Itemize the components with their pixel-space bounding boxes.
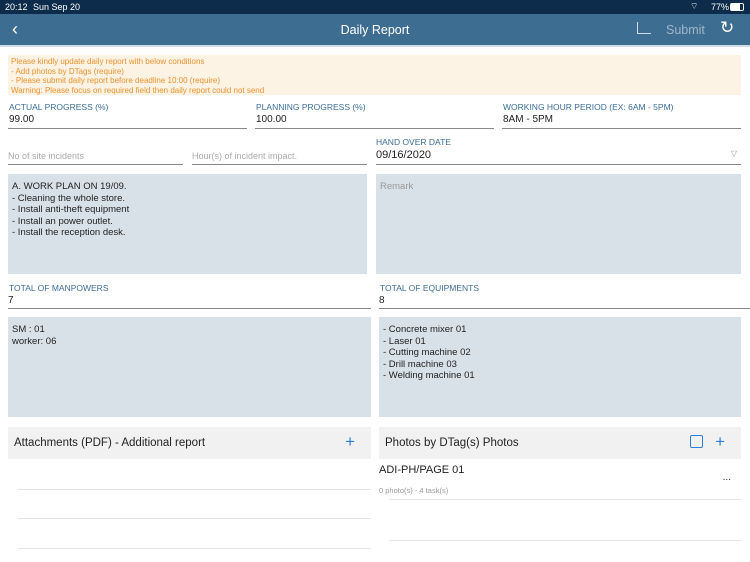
- divider: [389, 499, 741, 500]
- manpower-input[interactable]: 7: [8, 295, 371, 309]
- photo-item-title: ADI-PH/PAGE 01: [379, 464, 465, 476]
- site-incidents-input[interactable]: No of site incidents: [8, 151, 183, 165]
- submit-button[interactable]: Submit: [666, 23, 705, 37]
- refresh-icon[interactable]: ↻: [720, 18, 734, 38]
- nav-bar: ‹ Daily Report Submit ↻: [0, 14, 750, 47]
- status-date: Sun Sep 20: [33, 2, 81, 12]
- incident-impact-input[interactable]: Hour(s) of incident impact.: [192, 151, 367, 165]
- add-attachment-icon[interactable]: +: [345, 433, 355, 450]
- status-time: 20:12: [5, 2, 28, 12]
- dropdown-icon: ▽: [730, 149, 737, 158]
- photos-header: Photos by DTag(s) Photos +: [379, 427, 741, 459]
- equipment-detail-textarea[interactable]: - Concrete mixer 01 - Laser 01 - Cutting…: [379, 317, 741, 417]
- chart-icon[interactable]: [637, 22, 651, 34]
- equipment-input[interactable]: 8: [379, 295, 750, 309]
- notice-line: - Add photos by DTags (require): [11, 66, 124, 76]
- handover-date-value: 09/16/2020: [376, 149, 432, 161]
- divider: [389, 540, 741, 541]
- manpower-detail-textarea[interactable]: SM : 01 worker: 06: [8, 317, 371, 417]
- battery-icon: [730, 3, 744, 11]
- notice-line: - Please submit daily report before dead…: [11, 76, 221, 85]
- work-plan-textarea[interactable]: A. WORK PLAN ON 19/09. - Cleaning the wh…: [8, 174, 367, 274]
- battery-percent: 77%: [711, 2, 730, 12]
- divider: [18, 489, 371, 490]
- handover-date-picker[interactable]: 09/16/2020 ▽: [376, 149, 741, 165]
- divider: [18, 518, 371, 519]
- manpower-label: TOTAL OF MANPOWERS: [9, 283, 109, 293]
- attachments-header: Attachments (PDF) - Additional report +: [8, 427, 371, 459]
- working-hour-label: WORKING HOUR PERIOD (EX: 6AM - 5PM): [503, 102, 674, 112]
- add-photo-icon[interactable]: +: [715, 433, 725, 450]
- photo-list-item[interactable]: ADI-PH/PAGE 01 0 photo(s) - 4 task(s) ..…: [379, 462, 741, 500]
- planning-progress-input[interactable]: 100.00: [255, 114, 494, 129]
- notice-line: Warning: Please focus on required field …: [11, 85, 265, 95]
- edit-icon[interactable]: [690, 435, 703, 448]
- notice-line: Please kindly update daily report with b…: [11, 57, 205, 66]
- more-icon[interactable]: ...: [723, 472, 731, 483]
- notice-banner: Please kindly update daily report with b…: [8, 55, 741, 95]
- handover-date-label: HAND OVER DATE: [376, 137, 451, 147]
- photos-title: Photos by DTag(s) Photos: [385, 437, 519, 449]
- status-bar: 20:12 Sun Sep 20 ⌔ 77%: [0, 0, 750, 14]
- photo-item-subtitle: 0 photo(s) - 4 task(s): [379, 486, 449, 495]
- planning-progress-label: PLANNING PROGRESS (%): [256, 102, 366, 112]
- remark-textarea[interactable]: Remark: [376, 174, 741, 274]
- actual-progress-input[interactable]: 99.00: [8, 114, 247, 129]
- working-hour-input[interactable]: 8AM - 5PM: [502, 114, 741, 129]
- actual-progress-label: ACTUAL PROGRESS (%): [9, 102, 109, 112]
- equipment-label: TOTAL OF EQUIPMENTS: [380, 283, 480, 293]
- attachments-title: Attachments (PDF) - Additional report: [14, 437, 206, 449]
- divider: [18, 548, 371, 549]
- wifi-icon: ⌔: [690, 1, 699, 11]
